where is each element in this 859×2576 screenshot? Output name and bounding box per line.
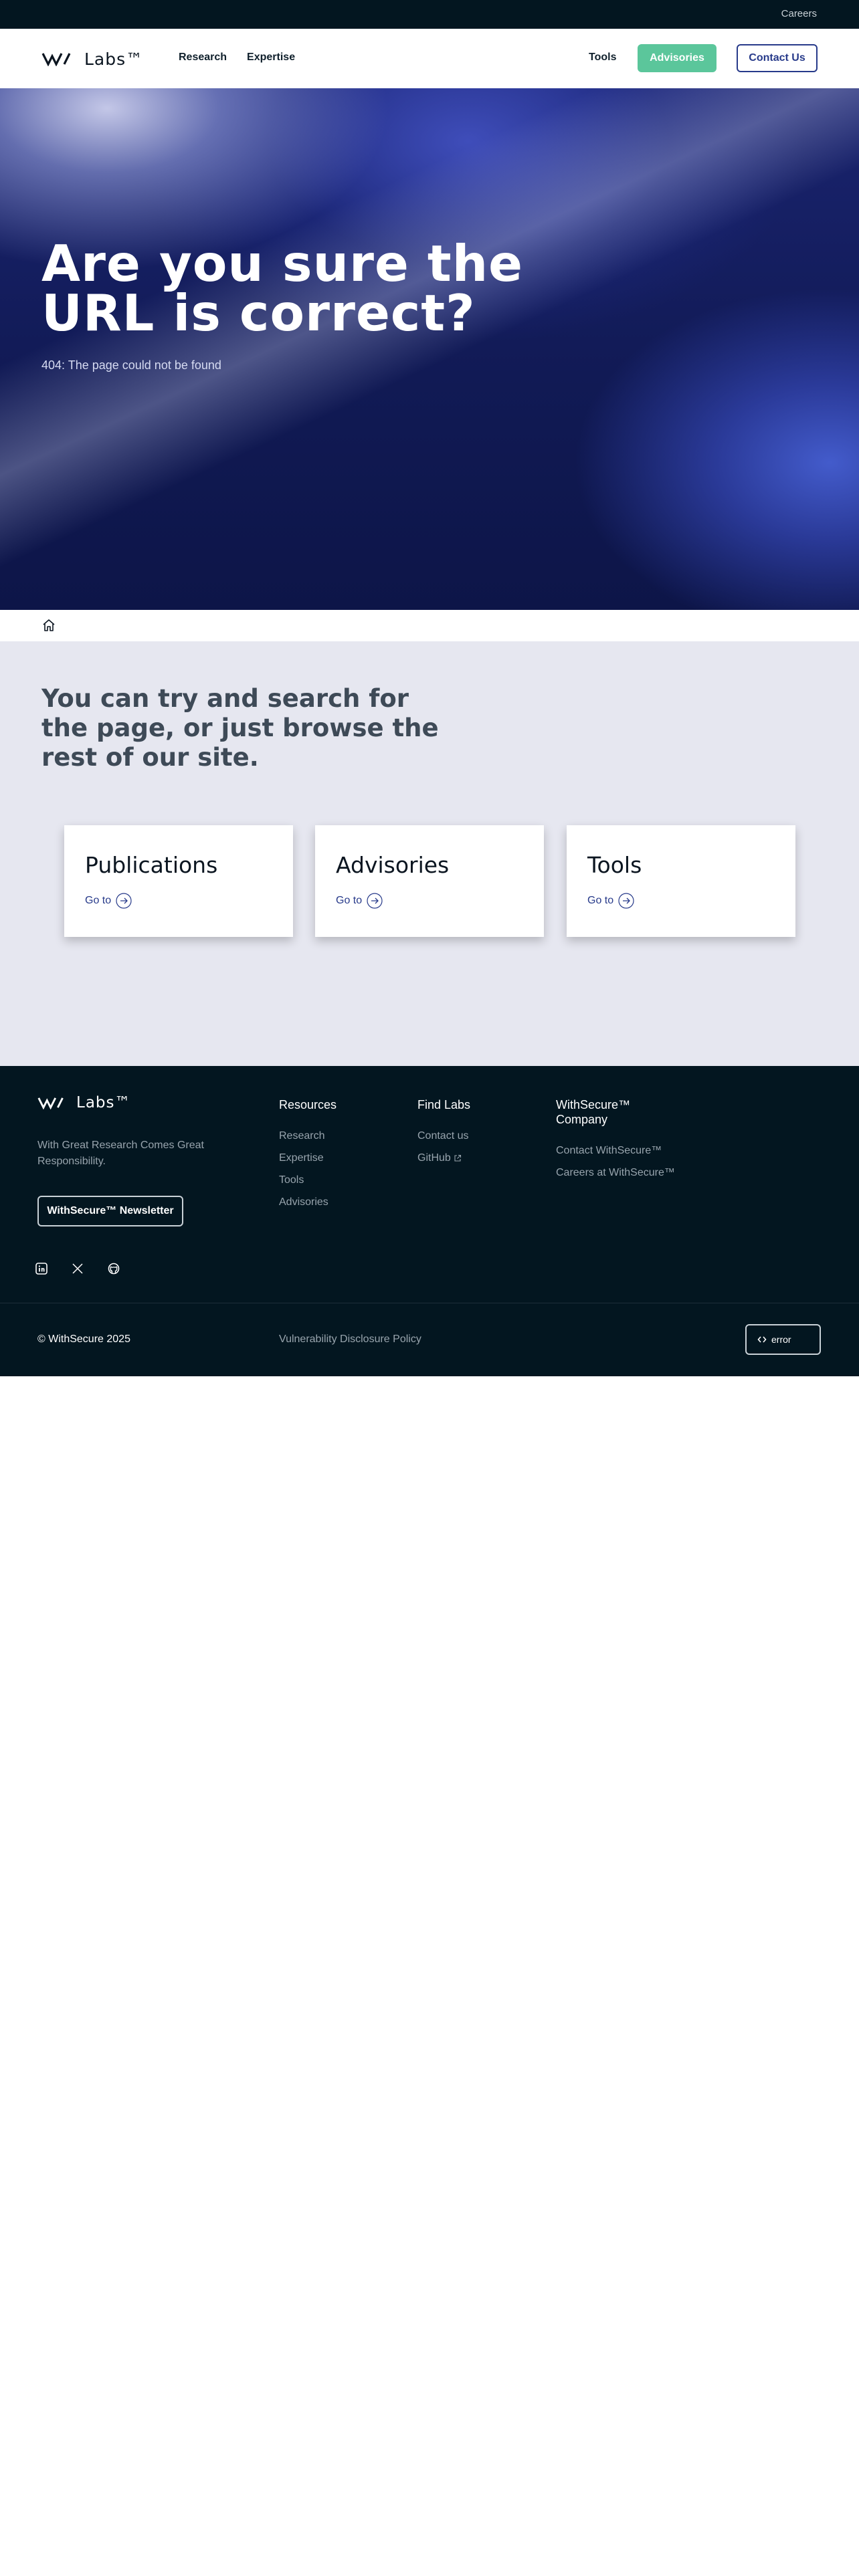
copyright: © WithSecure 2025	[37, 1333, 130, 1345]
main-nav: Research Expertise	[179, 51, 295, 64]
footer-link-contact-us[interactable]: Contact us	[417, 1130, 470, 1143]
not-found-content: You can try and search for the page, or …	[0, 641, 859, 1066]
card-advisories[interactable]: Advisories Go to	[315, 825, 544, 937]
footer-column-find-labs: Find Labs Contact us GitHub	[417, 1097, 470, 1174]
card-link-label: Go to	[85, 895, 112, 906]
external-link-icon	[454, 1154, 461, 1162]
card-link[interactable]: Go to	[336, 893, 383, 909]
footer-logo[interactable]: Labs™	[37, 1094, 131, 1111]
footer-link-research[interactable]: Research	[279, 1130, 337, 1143]
arrow-right-circle-icon	[367, 893, 383, 909]
footer-link-expertise[interactable]: Expertise	[279, 1152, 337, 1165]
x-icon[interactable]	[72, 1263, 85, 1276]
footer-column-resources: Resources Research Expertise Tools Advis…	[279, 1097, 337, 1218]
footer-column-heading: Resources	[279, 1098, 337, 1111]
contact-us-button[interactable]: Contact Us	[737, 44, 818, 72]
advisories-button[interactable]: Advisories	[638, 44, 717, 72]
card-title: Publications	[85, 852, 218, 878]
withsecure-logo-icon	[37, 1097, 64, 1109]
breadcrumb	[0, 610, 859, 641]
footer-link-careers[interactable]: Careers at WithSecure™	[556, 1166, 676, 1180]
logo-text: Labs™	[76, 1094, 131, 1111]
arrow-right-circle-icon	[116, 893, 132, 909]
vulnerability-disclosure-link[interactable]: Vulnerability Disclosure Policy	[279, 1333, 421, 1346]
site-footer: Labs™ With Great Research Comes Great Re…	[0, 1066, 859, 1376]
footer-link-contact-withsecure[interactable]: Contact WithSecure™	[556, 1144, 676, 1158]
card-link-label: Go to	[336, 895, 363, 906]
home-icon[interactable]	[41, 618, 56, 633]
card-link[interactable]: Go to	[85, 893, 132, 909]
footer-link-github-label: GitHub	[417, 1152, 451, 1164]
footer-link-github[interactable]: GitHub	[417, 1152, 470, 1165]
arrow-right-circle-icon	[618, 893, 634, 909]
page-title: Are you sure the URL is correct?	[41, 234, 524, 342]
error-button-label: error	[771, 1334, 791, 1345]
hero-banner: Are you sure the URL is correct? 404: Th…	[0, 88, 859, 610]
footer-column-heading: WithSecure™ Company	[556, 1098, 631, 1126]
labs-logo[interactable]: Labs™	[41, 49, 144, 69]
error-message: 404: The page could not be found	[41, 358, 221, 372]
card-title: Tools	[587, 852, 642, 878]
suggestion-heading: You can try and search for the page, or …	[41, 684, 439, 772]
nav-expertise[interactable]: Expertise	[247, 51, 295, 64]
footer-column-company: WithSecure™ Company Contact WithSecure™ …	[556, 1097, 676, 1188]
top-utility-bar: Careers	[0, 0, 859, 29]
nav-research[interactable]: Research	[179, 51, 227, 64]
card-publications[interactable]: Publications Go to	[64, 825, 293, 937]
footer-tagline: With Great Research Comes Great Responsi…	[37, 1140, 204, 1167]
nav-tools[interactable]: Tools	[589, 51, 616, 64]
footer-column-heading: Find Labs	[417, 1098, 471, 1111]
footer-link-tools[interactable]: Tools	[279, 1174, 337, 1187]
card-tools[interactable]: Tools Go to	[567, 825, 795, 937]
error-button[interactable]: error	[745, 1324, 821, 1355]
withsecure-logo-icon	[41, 53, 71, 66]
linkedin-icon[interactable]	[35, 1263, 49, 1276]
footer-link-advisories[interactable]: Advisories	[279, 1196, 337, 1209]
newsletter-button[interactable]: WithSecure™ Newsletter	[37, 1196, 183, 1226]
github-icon[interactable]	[108, 1263, 121, 1276]
logo-text: Labs™	[84, 49, 144, 69]
card-link-label: Go to	[587, 895, 614, 906]
social-links	[35, 1263, 121, 1276]
card-link[interactable]: Go to	[587, 893, 634, 909]
site-header: Labs™ Research Expertise Tools Advisorie…	[0, 29, 859, 88]
code-icon	[757, 1336, 767, 1343]
card-title: Advisories	[336, 852, 450, 878]
careers-link[interactable]: Careers	[781, 8, 817, 19]
